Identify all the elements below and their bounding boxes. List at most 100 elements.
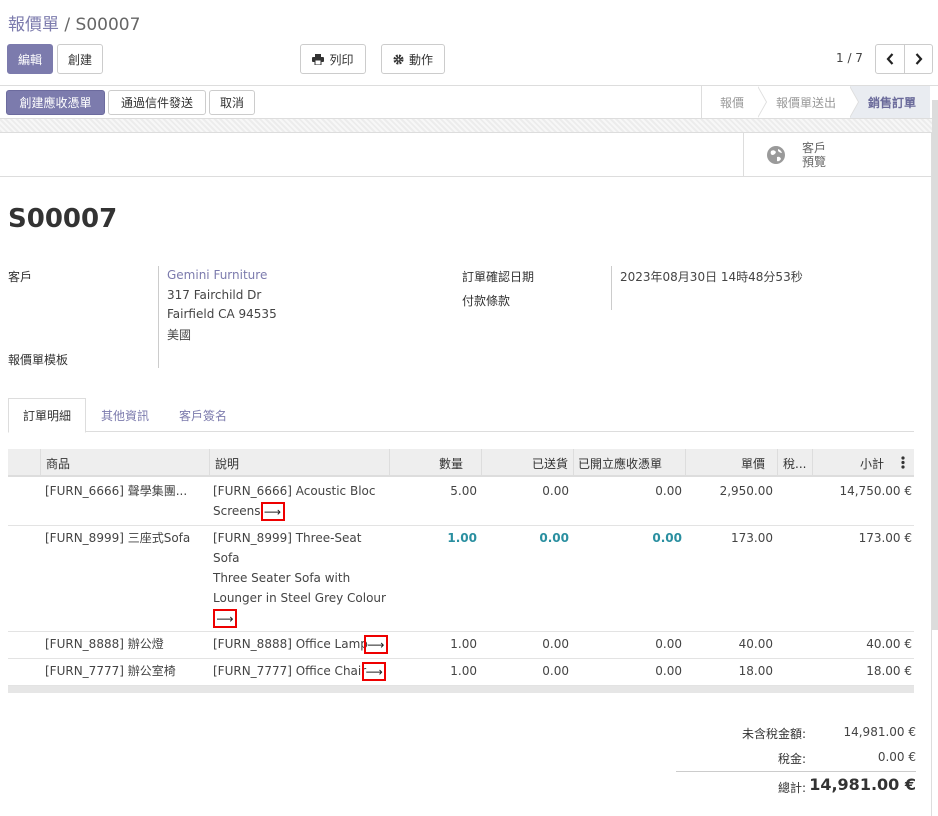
confirmation-date-value: 2023年08月30日 14時48分53秒 (620, 270, 803, 284)
arrow-icon: ⟶ (260, 502, 285, 521)
address-line-2: Fairfield CA 94535 (167, 307, 277, 321)
edit-button[interactable]: 編輯 (7, 44, 53, 74)
smart-button-line1: 客戶 (802, 141, 827, 155)
chevron-right-icon (915, 53, 922, 65)
row-description: [FURN_8888] Office Lamp⟶ (213, 634, 398, 654)
row-invoiced: 0.00 (655, 484, 682, 498)
row-product: [FURN_6666] 聲學集團... (45, 484, 188, 498)
print-label: 列印 (329, 52, 354, 67)
row-product: [FURN_7777] 辦公室椅 (45, 664, 176, 678)
breadcrumb-quotations-link[interactable]: 報價單 (8, 15, 59, 35)
tab-order-lines[interactable]: 訂單明細 (8, 398, 86, 433)
table-row[interactable]: [FURN_6666] 聲學集團... [FURN_6666] Acoustic… (8, 479, 914, 526)
field-divider-right (611, 266, 612, 310)
table-row[interactable]: [FURN_7777] 辦公室椅 [FURN_7777] Office Chai… (8, 659, 914, 686)
column-delivered[interactable]: 已送貨 (481, 449, 573, 477)
row-delivered: 0.00 (542, 637, 569, 651)
row-unit-price: 40.00 (738, 637, 773, 651)
totals-divider (676, 771, 916, 772)
row-subtotal: 40.00 € (866, 637, 912, 651)
field-divider-left (158, 266, 159, 368)
pager-value: 1 / 7 (836, 51, 863, 65)
row-product: [FURN_8999] 三座式Sofa (45, 531, 191, 545)
column-subtotal[interactable]: 小計 (812, 449, 884, 477)
arrow-icon: ⟶ (363, 635, 388, 654)
scrollbar[interactable] (932, 100, 938, 630)
order-name: S00007 (8, 204, 118, 234)
background-strip (0, 119, 938, 133)
send-by-email-button[interactable]: 通過信件發送 (108, 90, 206, 115)
stage-quotation-sent[interactable]: 報價單送出 (758, 86, 859, 118)
smart-button-line2: 預覽 (802, 155, 827, 169)
row-invoiced: 0.00 (655, 664, 682, 678)
print-button[interactable]: 列印 (300, 44, 366, 74)
row-product: [FURN_8888] 辦公燈 (45, 637, 164, 651)
button-box: 客戶 預覽 (0, 133, 932, 177)
status-bar: 創建應收憑單 通過信件發送 取消 報價 報價單送出 銷售訂單 (0, 85, 938, 119)
row-delivered: 0.00 (539, 531, 569, 545)
gear-icon (393, 53, 404, 65)
row-unit-price: 18.00 (738, 664, 773, 678)
tax-label: 稅金: (777, 752, 806, 766)
row-delivered: 0.00 (542, 484, 569, 498)
stage-quotation[interactable]: 報價 (702, 86, 767, 118)
arrow-icon: ⟶ (362, 662, 387, 681)
breadcrumb-current: S00007 (75, 15, 141, 35)
notebook-tabs: 訂單明細 其他資訊 客戶簽名 (8, 398, 914, 433)
action-label: 動作 (408, 52, 433, 67)
order-lines-header: 商品 說明 數量 已送貨 已開立應收憑單 單價 稅... 小計 (8, 449, 914, 477)
customer-link[interactable]: Gemini Furniture (167, 268, 267, 282)
row-unit-price: 2,950.00 (719, 484, 773, 498)
table-row[interactable]: [FURN_8999] 三座式Sofa [FURN_8999] Three-Se… (8, 526, 914, 632)
untaxed-amount-value: 14,981.00 € (843, 725, 916, 739)
quotation-template-label: 報價單模板 (8, 353, 69, 367)
action-button[interactable]: 動作 (381, 44, 445, 74)
row-quantity: 1.00 (450, 637, 477, 651)
row-quantity: 1.00 (450, 664, 477, 678)
table-row[interactable]: [FURN_8888] 辦公燈 [FURN_8888] Office Lamp⟶… (8, 632, 914, 659)
row-invoiced: 0.00 (655, 637, 682, 651)
breadcrumb-separator: / (64, 15, 71, 35)
stage-sales-order[interactable]: 銷售訂單 (849, 86, 930, 118)
tab-other-info[interactable]: 其他資訊 (86, 398, 164, 432)
column-invoiced[interactable]: 已開立應收憑單 (573, 449, 685, 477)
row-subtotal: 18.00 € (866, 664, 912, 678)
globe-icon (767, 146, 785, 164)
untaxed-amount-label: 未含稅金額: (741, 727, 806, 741)
pager-previous-button[interactable] (875, 44, 905, 74)
row-subtotal: 14,750.00 € (839, 484, 912, 498)
column-unit-price[interactable]: 單價 (685, 449, 777, 477)
customer-preview-button[interactable]: 客戶 預覽 (743, 133, 932, 177)
column-description[interactable]: 說明 (209, 449, 389, 477)
row-delivered: 0.00 (542, 664, 569, 678)
optional-columns-icon[interactable] (901, 456, 907, 472)
column-taxes[interactable]: 稅... (777, 449, 812, 477)
pager-next-button[interactable] (904, 44, 933, 74)
table-footer (8, 686, 914, 693)
address-line-1: 317 Fairchild Dr (167, 288, 262, 302)
create-invoice-button[interactable]: 創建應收憑單 (6, 90, 105, 115)
row-invoiced: 0.00 (652, 531, 682, 545)
customer-label: 客戶 (8, 270, 33, 284)
payment-terms-label: 付款條款 (462, 294, 511, 308)
status-stages: 報價 報價單送出 銷售訂單 (700, 86, 930, 118)
printer-icon (312, 53, 325, 65)
row-description: [FURN_8999] Three-Seat Sofa Three Seater… (213, 528, 398, 628)
arrow-icon: ⟶ (213, 609, 237, 628)
total-label: 總計: (777, 781, 806, 795)
tab-customer-signature[interactable]: 客戶簽名 (164, 398, 242, 432)
breadcrumb: 報價單 / S00007 (8, 10, 140, 35)
row-quantity: 1.00 (447, 531, 477, 545)
row-description: [FURN_6666] Acoustic Bloc Screens ⟶ (213, 481, 391, 521)
row-quantity: 5.00 (450, 484, 477, 498)
chevron-left-icon (886, 53, 894, 65)
column-product[interactable]: 商品 (40, 449, 211, 477)
total-value: 14,981.00 € (809, 775, 916, 794)
address-country: 美國 (167, 328, 192, 342)
row-unit-price: 173.00 (731, 531, 773, 545)
create-button[interactable]: 創建 (57, 44, 103, 74)
column-quantity[interactable]: 數量 (389, 449, 481, 477)
row-description: [FURN_7777] Office Chair⟶ (213, 661, 398, 681)
row-subtotal: 173.00 € (858, 531, 912, 545)
cancel-button[interactable]: 取消 (209, 90, 255, 115)
